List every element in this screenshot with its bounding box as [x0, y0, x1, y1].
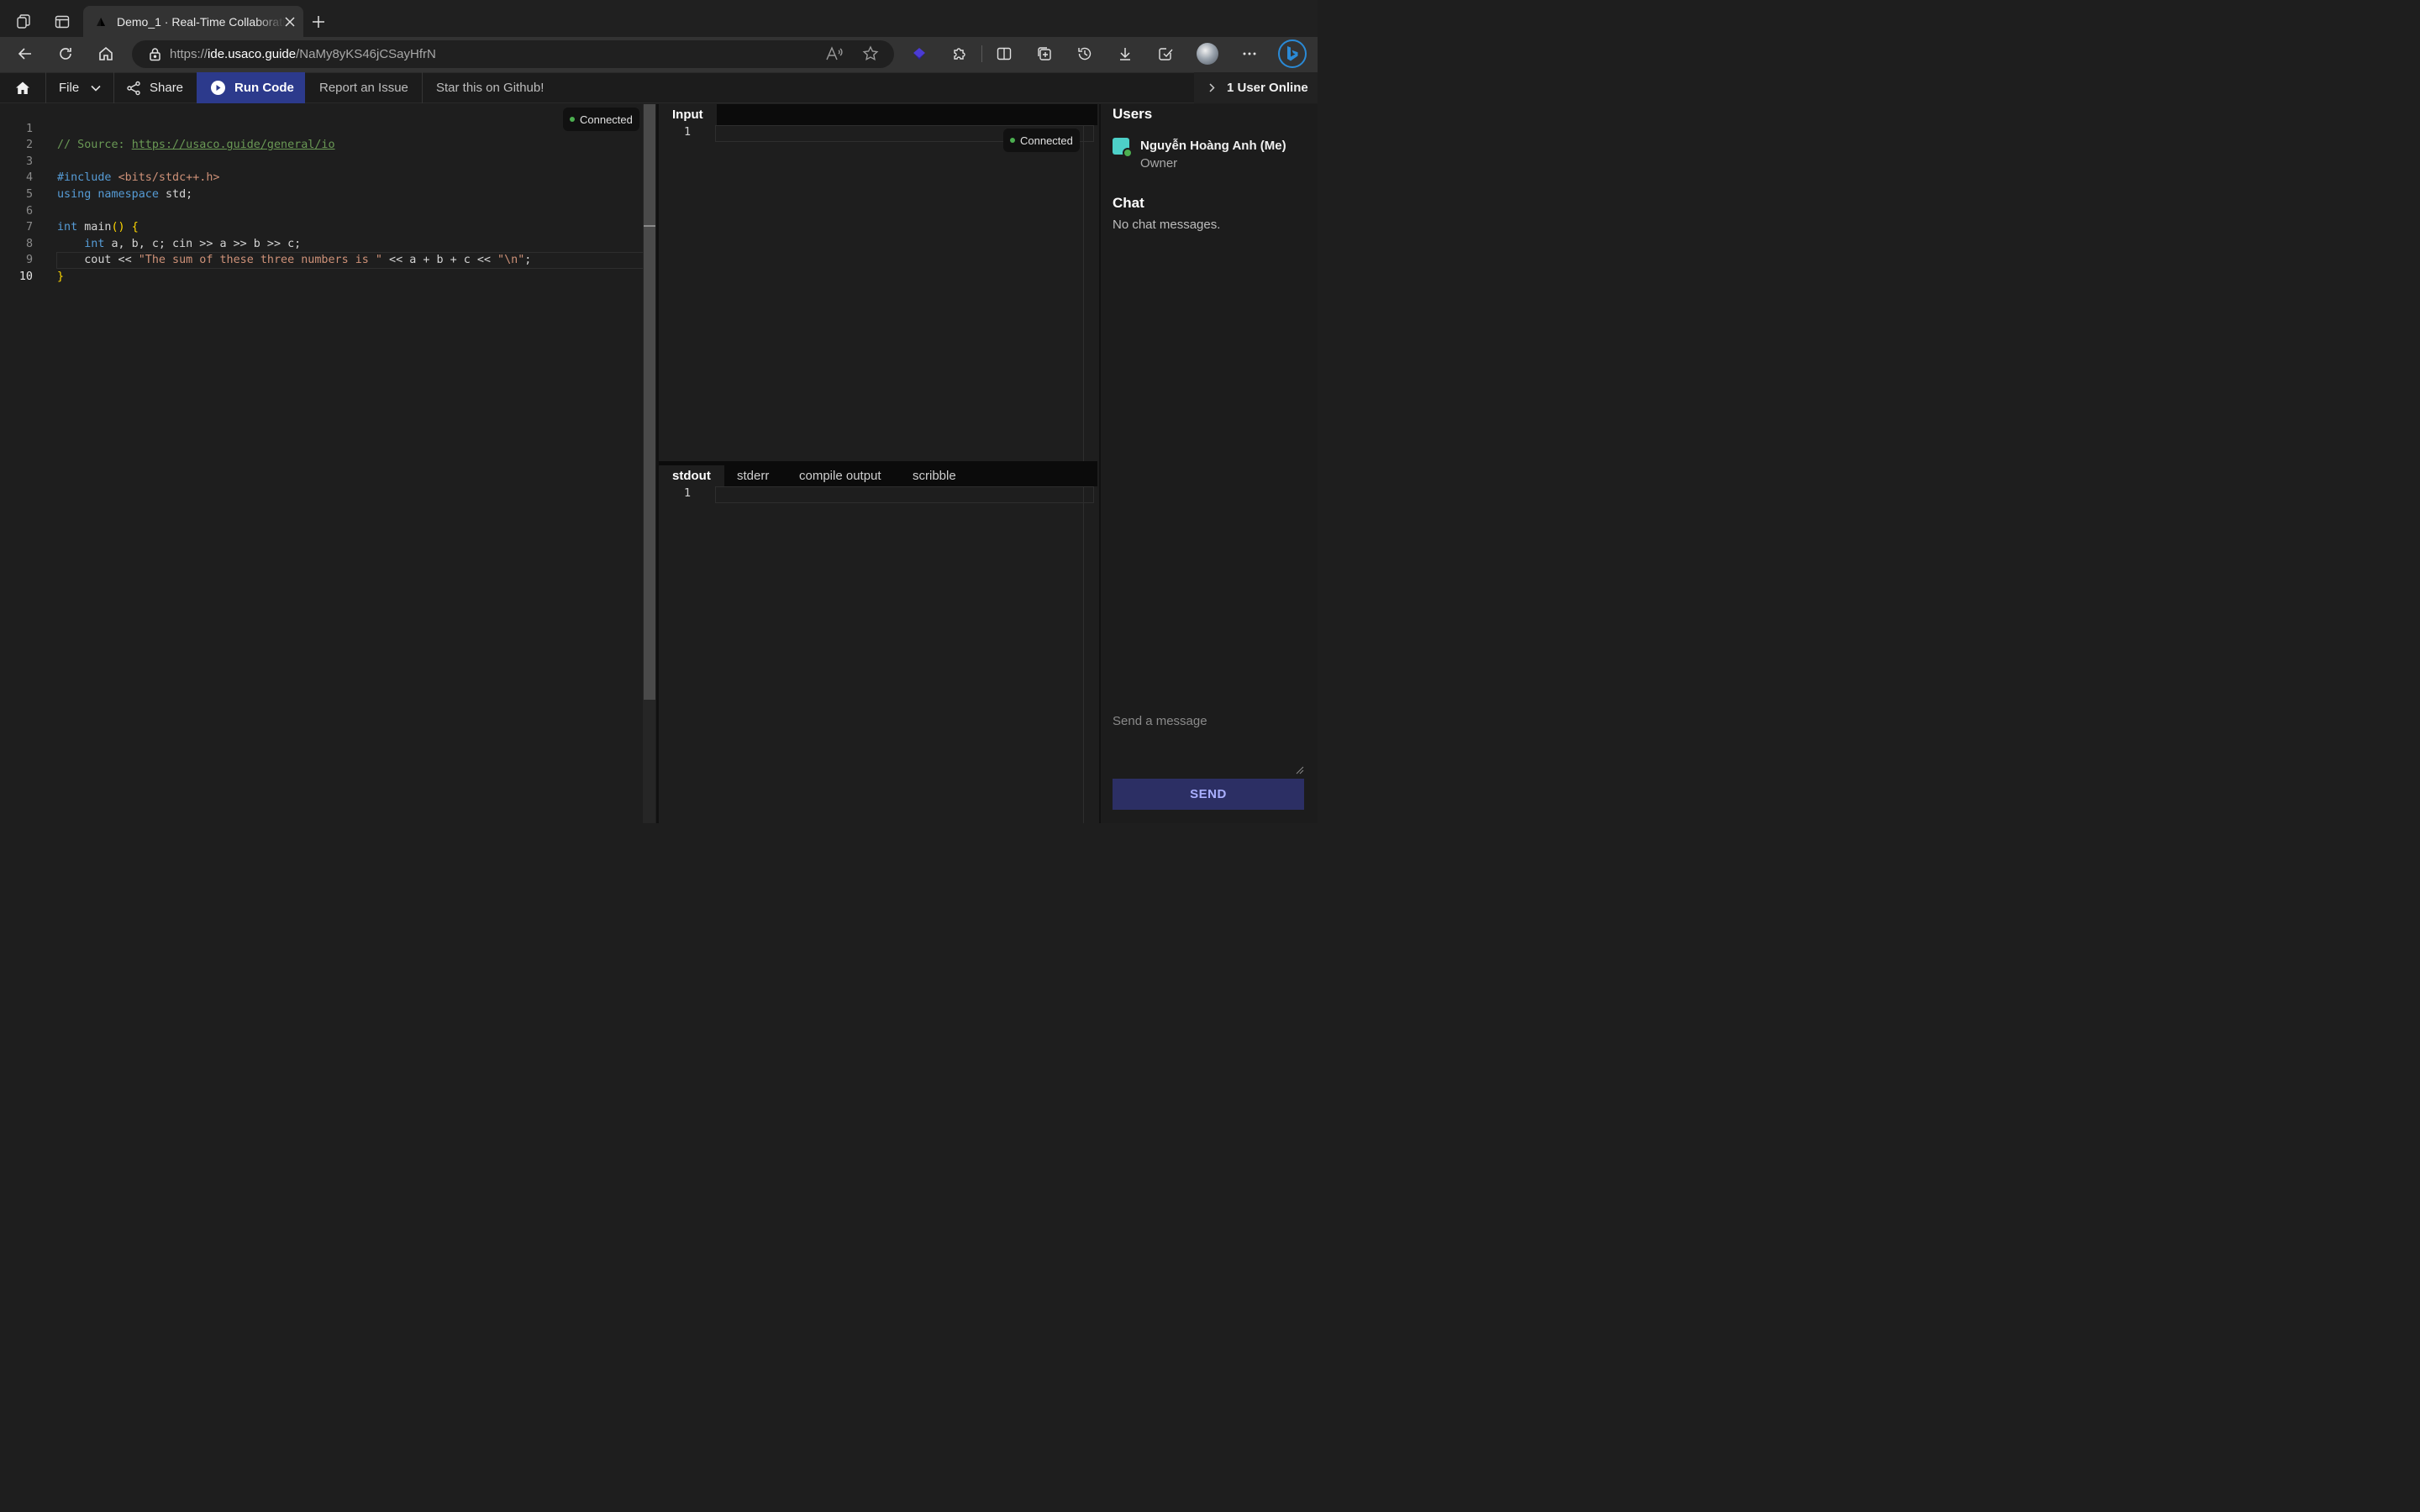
browser-tab-active[interactable]: Demo_1 · Real-Time Collaborative	[83, 6, 303, 37]
code-line: 9 }	[0, 236, 643, 283]
copilot-icon[interactable]	[1278, 39, 1307, 68]
input-scrollbar[interactable]	[1083, 125, 1095, 461]
star-github-link[interactable]: Star this on Github!	[423, 72, 566, 103]
browser-tab-title: Demo_1 · Real-Time Collaborative	[117, 14, 285, 29]
more-options-icon[interactable]	[1236, 40, 1263, 67]
report-issue-label: Report an Issue	[319, 81, 408, 95]
play-icon	[211, 81, 225, 95]
send-button[interactable]: SEND	[1113, 779, 1304, 810]
share-button[interactable]: Share	[114, 72, 196, 103]
file-menu-label: File	[59, 81, 80, 95]
connection-status: Connected	[1020, 134, 1073, 147]
connected-dot-icon	[570, 117, 575, 122]
users-heading: Users	[1113, 106, 1153, 122]
history-icon[interactable]	[1071, 40, 1098, 67]
report-issue-link[interactable]: Report an Issue	[306, 72, 422, 103]
user-name: Nguyễn Hoàng Anh (Me)	[1140, 139, 1286, 153]
editor-scrollbar-thumb[interactable]	[644, 104, 655, 700]
line-number: 1	[683, 487, 691, 500]
output-scrollbar[interactable]	[1083, 486, 1095, 823]
input-tab-label: Input	[672, 108, 703, 122]
tab-label: stdout	[672, 469, 711, 483]
code-line: 3 #include <bits/stdc++.h>	[0, 137, 643, 185]
toolbar-divider	[981, 45, 982, 62]
tab-stdout[interactable]: stdout	[659, 465, 724, 486]
line-number: 10	[18, 270, 33, 283]
input-connection-badge: Connected	[1003, 129, 1080, 152]
address-bar[interactable]: https://ide.usaco.guide/NaMy8yKS46jCSayH…	[132, 40, 894, 68]
code-line: 1 // Source: https://usaco.guide/general…	[0, 104, 643, 152]
users-online-toggle[interactable]: 1 User Online	[1194, 72, 1318, 103]
back-icon[interactable]	[12, 40, 39, 67]
online-status-icon	[1123, 148, 1133, 158]
workspaces-icon[interactable]	[10, 8, 37, 35]
url-host: ide.usaco.guide	[208, 47, 297, 61]
home-browser-icon[interactable]	[92, 40, 119, 67]
code-line: 4 using namespace std;	[0, 154, 643, 201]
share-label: Share	[150, 81, 184, 95]
line-number: 1	[683, 126, 691, 139]
chevron-right-icon	[1209, 83, 1215, 92]
output-tabs: stdout stderr compile output scribble	[659, 465, 1097, 486]
run-code-button[interactable]: Run Code	[197, 72, 305, 103]
split-screen-icon[interactable]	[991, 40, 1018, 67]
tab-label: scribble	[913, 469, 956, 483]
browser-essentials-icon[interactable]	[1152, 40, 1179, 67]
profile-avatar[interactable]	[1197, 43, 1218, 65]
tab-label: compile output	[799, 469, 881, 483]
input-pane-header: Input	[659, 104, 1097, 125]
favorite-star-icon[interactable]	[857, 40, 884, 67]
code-line: 5	[0, 170, 643, 201]
output-editor[interactable]: 1	[659, 486, 1097, 823]
file-menu-button[interactable]: File	[46, 72, 113, 103]
close-tab-icon[interactable]	[285, 16, 295, 27]
url-prefix: https://	[170, 47, 208, 61]
users-online-count: 1 User Online	[1227, 81, 1308, 95]
run-code-label: Run Code	[234, 81, 294, 95]
editor-connection-badge: Connected	[563, 108, 639, 131]
downloads-icon[interactable]	[1112, 40, 1139, 67]
input-editor[interactable]: 1	[659, 125, 1097, 461]
home-button[interactable]	[0, 72, 45, 103]
star-github-label: Star this on Github!	[436, 81, 544, 95]
current-line-highlight	[56, 252, 655, 269]
code-token: }	[57, 270, 65, 283]
tab-input[interactable]: Input	[659, 104, 717, 125]
lock-icon[interactable]	[149, 47, 161, 61]
connection-status: Connected	[580, 113, 633, 126]
resize-grip-icon[interactable]	[1296, 766, 1304, 774]
code-editor[interactable]: 1 // Source: https://usaco.guide/general…	[0, 104, 643, 823]
url-path: /NaMy8yKS46jCSayHfrN	[296, 47, 436, 61]
code-line: 7 int a, b, c; cin >> a >> b >> c;	[0, 203, 643, 250]
code-line: 6 int main() {	[0, 186, 643, 234]
editor-scrollbar-cursor-mark	[644, 225, 655, 227]
chat-empty-message: No chat messages.	[1113, 218, 1221, 232]
current-line-highlight	[715, 486, 1094, 503]
tab-scribble[interactable]: scribble	[899, 465, 970, 486]
tab-label: stderr	[737, 469, 770, 483]
chat-message-input[interactable]	[1113, 714, 1304, 776]
url-text[interactable]: https://ide.usaco.guide/NaMy8yKS46jCSayH…	[170, 47, 436, 61]
share-icon	[126, 81, 141, 96]
user-role: Owner	[1140, 156, 1178, 171]
chat-heading: Chat	[1113, 195, 1144, 211]
connected-dot-icon	[1010, 138, 1015, 143]
new-tab-icon[interactable]	[305, 8, 332, 35]
chevron-down-icon	[91, 85, 101, 92]
collections-icon[interactable]	[1031, 40, 1058, 67]
read-aloud-icon[interactable]	[821, 40, 848, 67]
site-favicon-icon	[95, 16, 107, 28]
tab-stderr[interactable]: stderr	[723, 465, 782, 486]
home-icon	[15, 81, 30, 96]
extensions-puzzle-icon[interactable]	[946, 40, 973, 67]
code-line: 2	[0, 121, 643, 151]
tab-compile-output[interactable]: compile output	[786, 465, 895, 486]
code-line: 8 cout << "The sum of these three number…	[0, 219, 643, 267]
refresh-icon[interactable]	[52, 40, 79, 67]
extension-purple-icon[interactable]	[906, 40, 933, 67]
tab-actions-icon[interactable]	[49, 8, 76, 35]
